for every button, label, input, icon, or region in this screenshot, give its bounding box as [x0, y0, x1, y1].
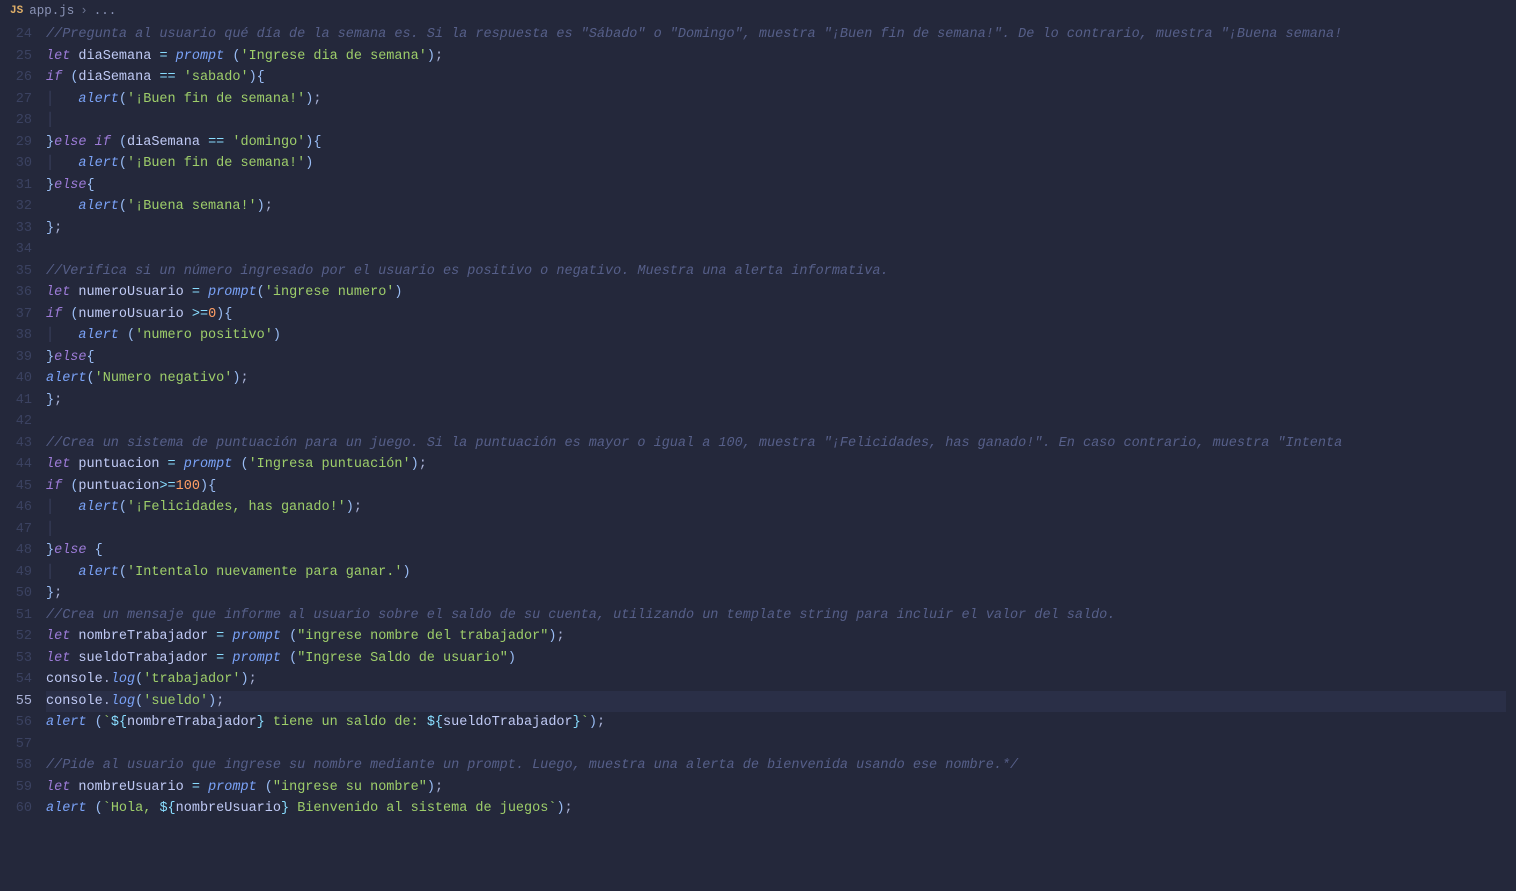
code-line[interactable]: //Crea un sistema de puntuación para un … — [46, 433, 1506, 455]
line-number: 51 — [0, 605, 32, 627]
code-line[interactable]: │ — [46, 519, 1506, 541]
line-number: 25 — [0, 46, 32, 68]
code-line[interactable]: │ alert ('numero positivo') — [46, 325, 1506, 347]
line-number: 39 — [0, 347, 32, 369]
comment: //Pide al usuario que ingrese su nombre … — [46, 758, 1018, 773]
line-number: 57 — [0, 734, 32, 756]
code-line[interactable]: //Crea un mensaje que informe al usuario… — [46, 605, 1506, 627]
comment: //Pregunta al usuario qué día de la sema… — [46, 27, 1342, 42]
code-line[interactable]: }else { — [46, 540, 1506, 562]
code-line[interactable] — [46, 239, 1506, 261]
line-number: 27 — [0, 89, 32, 111]
line-number: 59 — [0, 777, 32, 799]
line-number: 28 — [0, 110, 32, 132]
code-line[interactable]: let puntuacion = prompt ('Ingresa puntua… — [46, 454, 1506, 476]
line-number: 54 — [0, 669, 32, 691]
line-number: 46 — [0, 497, 32, 519]
line-number: 26 — [0, 67, 32, 89]
line-number: 29 — [0, 132, 32, 154]
breadcrumb-file[interactable]: app.js — [29, 4, 74, 18]
line-number-gutter: 2425262728293031323334353637383940414243… — [0, 24, 46, 891]
line-number: 60 — [0, 798, 32, 820]
line-number: 37 — [0, 304, 32, 326]
line-number: 31 — [0, 175, 32, 197]
line-number: 55 — [0, 691, 32, 713]
line-number: 36 — [0, 282, 32, 304]
line-number: 58 — [0, 755, 32, 777]
code-line[interactable]: let numeroUsuario = prompt('ingrese nume… — [46, 282, 1506, 304]
code-editor[interactable]: 2425262728293031323334353637383940414243… — [0, 24, 1516, 891]
code-line[interactable]: alert (`Hola, ${nombreUsuario} Bienvenid… — [46, 798, 1506, 820]
line-number: 24 — [0, 24, 32, 46]
line-number: 47 — [0, 519, 32, 541]
line-number: 53 — [0, 648, 32, 670]
code-line[interactable]: let diaSemana = prompt ('Ingrese dia de … — [46, 46, 1506, 68]
code-line[interactable]: alert (`${nombreTrabajador} tiene un sal… — [46, 712, 1506, 734]
code-line[interactable]: let sueldoTrabajador = prompt ("Ingrese … — [46, 648, 1506, 670]
code-line[interactable]: }; — [46, 390, 1506, 412]
code-line[interactable]: }else{ — [46, 347, 1506, 369]
line-number: 40 — [0, 368, 32, 390]
code-line[interactable]: }else{ — [46, 175, 1506, 197]
code-line-current[interactable]: console.log('sueldo'); — [46, 691, 1506, 713]
code-line[interactable]: //Pide al usuario que ingrese su nombre … — [46, 755, 1506, 777]
line-number: 44 — [0, 454, 32, 476]
code-line[interactable]: let nombreTrabajador = prompt ("ingrese … — [46, 626, 1506, 648]
code-line[interactable] — [46, 411, 1506, 433]
line-number: 33 — [0, 218, 32, 240]
code-line[interactable]: alert('¡Buena semana!'); — [46, 196, 1506, 218]
line-number: 41 — [0, 390, 32, 412]
code-line[interactable]: }; — [46, 583, 1506, 605]
chevron-right-icon: › — [80, 4, 88, 18]
code-line[interactable]: if (puntuacion>=100){ — [46, 476, 1506, 498]
code-area[interactable]: //Pregunta al usuario qué día de la sema… — [46, 24, 1516, 891]
line-number: 34 — [0, 239, 32, 261]
breadcrumb[interactable]: JS app.js › ... — [0, 0, 1516, 24]
line-number: 35 — [0, 261, 32, 283]
line-number: 42 — [0, 411, 32, 433]
code-line[interactable]: │ — [46, 110, 1506, 132]
code-line[interactable] — [46, 734, 1506, 756]
line-number: 32 — [0, 196, 32, 218]
code-line[interactable]: │ alert('¡Felicidades, has ganado!'); — [46, 497, 1506, 519]
line-number: 52 — [0, 626, 32, 648]
line-number: 49 — [0, 562, 32, 584]
code-line[interactable]: let nombreUsuario = prompt ("ingrese su … — [46, 777, 1506, 799]
line-number: 30 — [0, 153, 32, 175]
code-line[interactable]: if (diaSemana == 'sabado'){ — [46, 67, 1506, 89]
line-number: 56 — [0, 712, 32, 734]
code-line[interactable]: │ alert('¡Buen fin de semana!') — [46, 153, 1506, 175]
line-number: 43 — [0, 433, 32, 455]
code-line[interactable]: }else if (diaSemana == 'domingo'){ — [46, 132, 1506, 154]
line-number: 38 — [0, 325, 32, 347]
code-line[interactable]: //Pregunta al usuario qué día de la sema… — [46, 24, 1506, 46]
line-number: 45 — [0, 476, 32, 498]
code-line[interactable]: │ alert('Intentalo nuevamente para ganar… — [46, 562, 1506, 584]
breadcrumb-tail[interactable]: ... — [94, 4, 117, 18]
code-line[interactable]: console.log('trabajador'); — [46, 669, 1506, 691]
code-line[interactable]: if (numeroUsuario >=0){ — [46, 304, 1506, 326]
line-number: 48 — [0, 540, 32, 562]
line-number: 50 — [0, 583, 32, 605]
code-line[interactable]: alert('Numero negativo'); — [46, 368, 1506, 390]
code-line[interactable]: │ alert('¡Buen fin de semana!'); — [46, 89, 1506, 111]
comment: //Crea un sistema de puntuación para un … — [46, 436, 1342, 451]
file-icon-js: JS — [10, 5, 23, 17]
comment: //Verifica si un número ingresado por el… — [46, 264, 889, 279]
code-line[interactable]: }; — [46, 218, 1506, 240]
comment: //Crea un mensaje que informe al usuario… — [46, 608, 1115, 623]
code-line[interactable]: //Verifica si un número ingresado por el… — [46, 261, 1506, 283]
